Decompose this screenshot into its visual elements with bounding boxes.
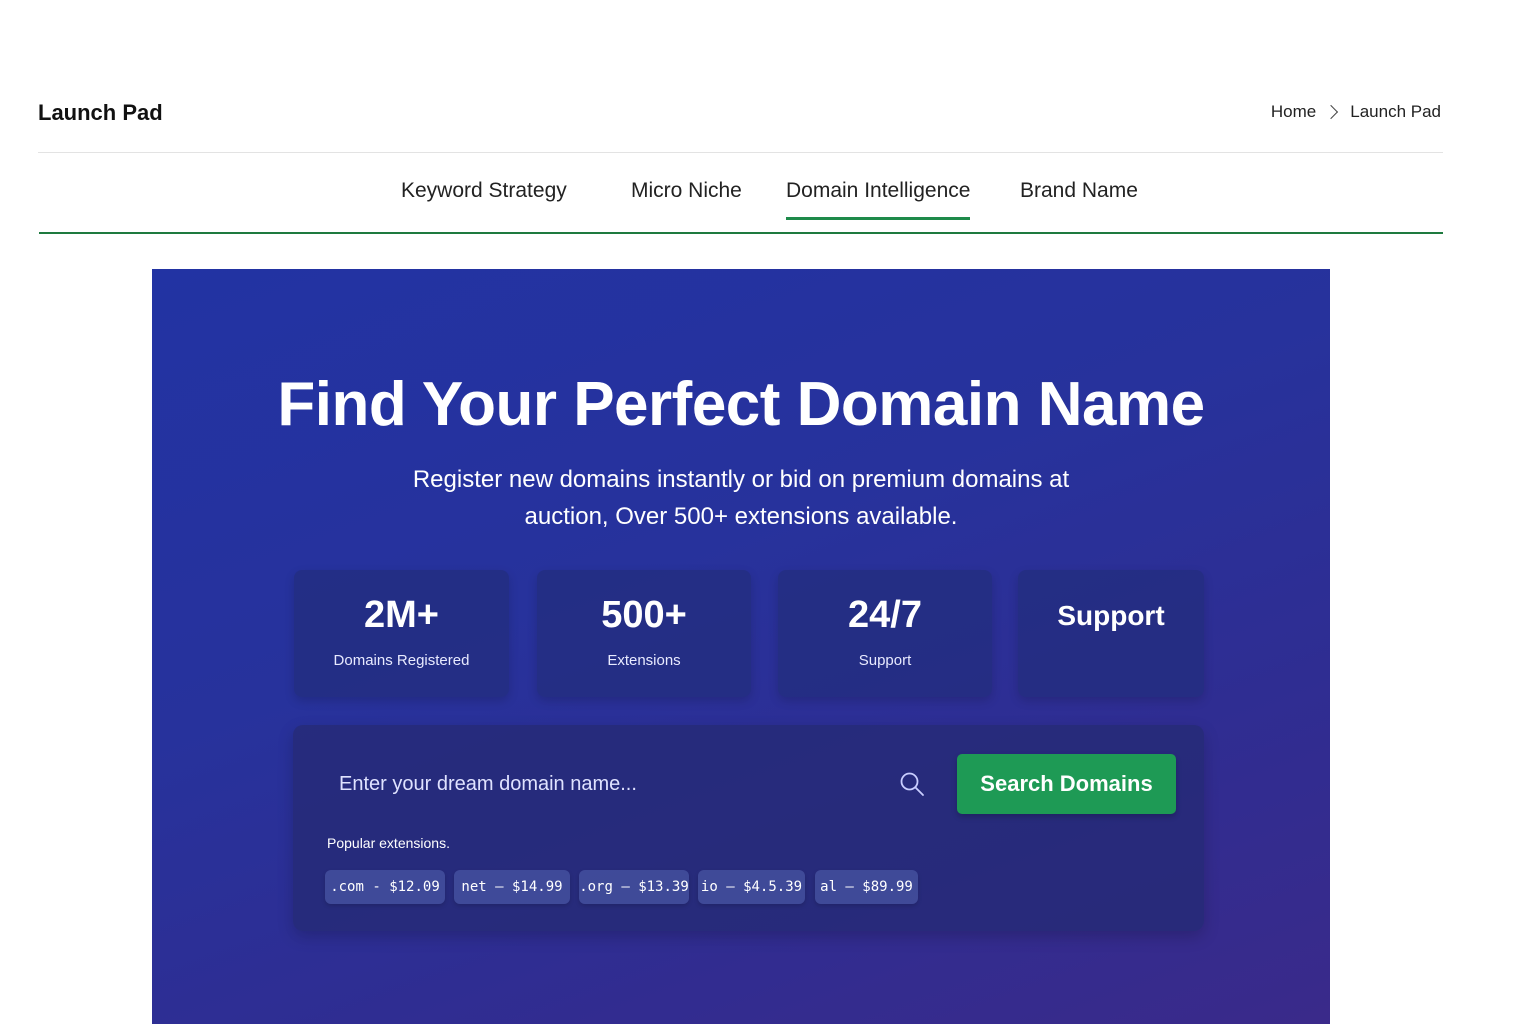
tab-bar: Keyword Strategy Micro Niche Domain Inte… [39, 153, 1443, 234]
search-icon[interactable] [899, 771, 925, 797]
app-title: Launch Pad [38, 100, 163, 125]
stat-value: 24/7 [848, 594, 922, 636]
tab-domain-intelligence[interactable]: Domain Intelligence [786, 179, 971, 220]
tab-brand-name[interactable]: Brand Name [1020, 179, 1138, 217]
hero-subtitle: Register new domains instantly or bid on… [412, 466, 1070, 530]
stat-value: 2M+ [364, 594, 439, 636]
page: Launch Pad Home Launch Pad Keyword Strat… [0, 0, 1536, 1024]
stat-card-extensions: 500+ Extensions [537, 570, 751, 697]
stat-label: Domains Registered [333, 652, 470, 669]
domain-search-panel: Search Domains Popular extensions. .com … [293, 725, 1204, 931]
breadcrumb-current: Launch Pad [1350, 102, 1441, 121]
domain-search-input[interactable] [327, 754, 887, 814]
extension-chip-net[interactable]: net – $14.99 [454, 870, 570, 904]
hero-title: Find Your Perfect Domain Name [277, 370, 1205, 439]
extension-chip-io[interactable]: io – $4.5.39 [698, 870, 805, 904]
breadcrumb: Home Launch Pad [1271, 102, 1441, 122]
stat-value: Support [1057, 600, 1165, 631]
extension-chip-org[interactable]: .org – $13.39 [579, 870, 689, 904]
stat-card-domains: 2M+ Domains Registered [294, 570, 509, 697]
hero-section: Find Your Perfect Domain Name Register n… [152, 269, 1330, 1024]
app-header: Launch Pad Home Launch Pad [38, 90, 1443, 153]
stat-label: Extensions [607, 652, 681, 669]
stat-label: Support [858, 652, 912, 669]
search-domains-button[interactable]: Search Domains [957, 754, 1176, 814]
chevron-right-icon [1324, 104, 1339, 120]
stat-card-support: Support [1018, 570, 1204, 697]
extension-chip-al[interactable]: al – $89.99 [815, 870, 918, 904]
extension-chip-com[interactable]: .com - $12.09 [325, 870, 445, 904]
breadcrumb-home-link[interactable]: Home [1271, 102, 1316, 122]
tab-keyword-strategy[interactable]: Keyword Strategy [401, 179, 567, 217]
tab-micro-niche[interactable]: Micro Niche [631, 179, 742, 217]
stat-value: 500+ [601, 594, 687, 636]
popular-extensions-label: Popular extensions. [327, 835, 450, 851]
stat-card-support-hours: 24/7 Support [778, 570, 992, 697]
